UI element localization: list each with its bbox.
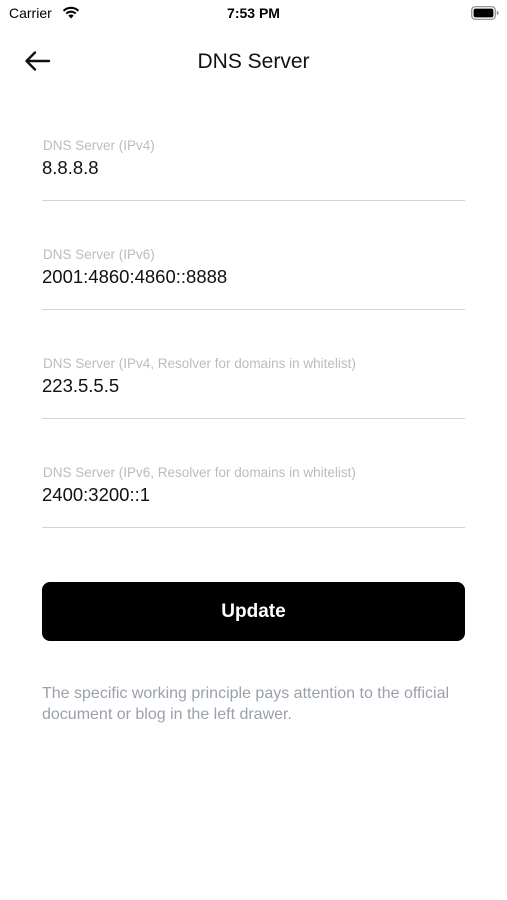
nav-bar: DNS Server	[0, 40, 507, 86]
battery-icon	[471, 6, 499, 20]
dns-ipv6-field: DNS Server (IPv6)	[42, 247, 465, 310]
dns-ipv6-whitelist-label: DNS Server (IPv6, Resolver for domains i…	[43, 465, 356, 480]
dns-ipv6-whitelist-input[interactable]	[42, 482, 462, 508]
dns-ipv4-whitelist-input[interactable]	[42, 373, 462, 399]
page-title: DNS Server	[197, 50, 310, 73]
status-bar: Carrier 7:53 PM	[0, 0, 507, 30]
dns-ipv4-whitelist-label: DNS Server (IPv4, Resolver for domains i…	[43, 356, 356, 371]
dns-ipv4-label: DNS Server (IPv4)	[43, 138, 155, 153]
dns-ipv6-whitelist-field: DNS Server (IPv6, Resolver for domains i…	[42, 465, 465, 528]
status-time: 7:53 PM	[227, 5, 280, 21]
dns-ipv4-input[interactable]	[42, 155, 462, 181]
dns-ipv4-field: DNS Server (IPv4)	[42, 138, 465, 201]
update-button[interactable]: Update	[42, 582, 465, 641]
dns-ipv4-whitelist-field: DNS Server (IPv4, Resolver for domains i…	[42, 356, 465, 419]
dns-ipv6-label: DNS Server (IPv6)	[43, 247, 155, 262]
hint-text: The specific working principle pays atte…	[42, 685, 450, 723]
dns-ipv6-input[interactable]	[42, 264, 462, 290]
